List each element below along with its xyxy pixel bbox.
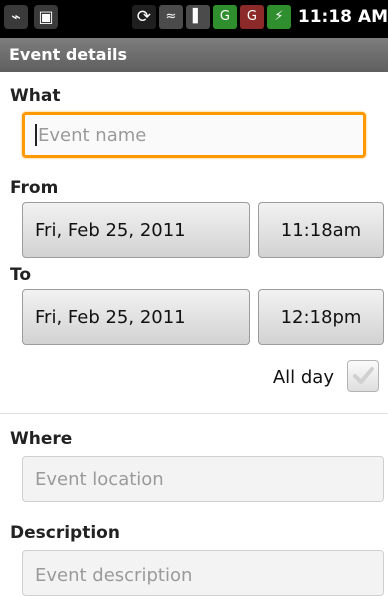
status-left-icons: ⌁ ▣ <box>4 5 58 29</box>
section-divider <box>0 413 388 414</box>
event-description-input[interactable]: Event description <box>22 550 384 596</box>
to-time-button[interactable]: 12:18pm <box>258 289 384 345</box>
event-location-input[interactable]: Event location <box>22 456 384 502</box>
vibrate-icon: ≈ <box>158 5 183 29</box>
sync-icon: ⟳ <box>131 5 156 29</box>
text-cursor <box>35 124 37 146</box>
from-time-text: 11:18am <box>280 219 362 241</box>
all-day-checkbox[interactable] <box>347 360 379 392</box>
from-date-button[interactable]: Fri, Feb 25, 2011 <box>22 202 250 258</box>
to-date-text: Fri, Feb 25, 2011 <box>35 306 186 328</box>
signal-icon: ▌ <box>185 5 210 29</box>
from-time-button[interactable]: 11:18am <box>258 202 384 258</box>
clock: 11:18 AM <box>297 7 388 27</box>
status-right-icons: ⟳ ≈ ▌ G G ⚡ 11:18 AM <box>131 5 388 29</box>
title-bar: Event details <box>0 38 388 72</box>
to-time-text: 12:18pm <box>280 306 362 328</box>
status-bar: ⌁ ▣ ⟳ ≈ ▌ G G ⚡ 11:18 AM <box>0 0 388 38</box>
event-location-placeholder: Event location <box>35 468 164 490</box>
from-label: From <box>10 178 59 198</box>
event-description-placeholder: Event description <box>35 565 193 586</box>
from-date-text: Fri, Feb 25, 2011 <box>35 219 186 241</box>
what-label: What <box>10 86 61 106</box>
check-icon <box>353 367 374 384</box>
page-title: Event details <box>9 45 128 64</box>
event-name-input[interactable]: Event name <box>22 112 366 158</box>
description-label: Description <box>10 523 120 543</box>
battery-icon: ⚡ <box>266 5 291 29</box>
data-transfer-icon: G <box>212 5 237 29</box>
all-day-label: All day <box>272 367 334 388</box>
where-label: Where <box>10 429 73 449</box>
android-debug-icon: ▣ <box>34 5 58 29</box>
to-label: To <box>10 265 32 285</box>
to-date-button[interactable]: Fri, Feb 25, 2011 <box>22 289 250 345</box>
signal-strength-icon: G <box>239 5 264 29</box>
usb-icon: ⌁ <box>4 5 28 29</box>
event-name-placeholder: Event name <box>38 124 147 146</box>
